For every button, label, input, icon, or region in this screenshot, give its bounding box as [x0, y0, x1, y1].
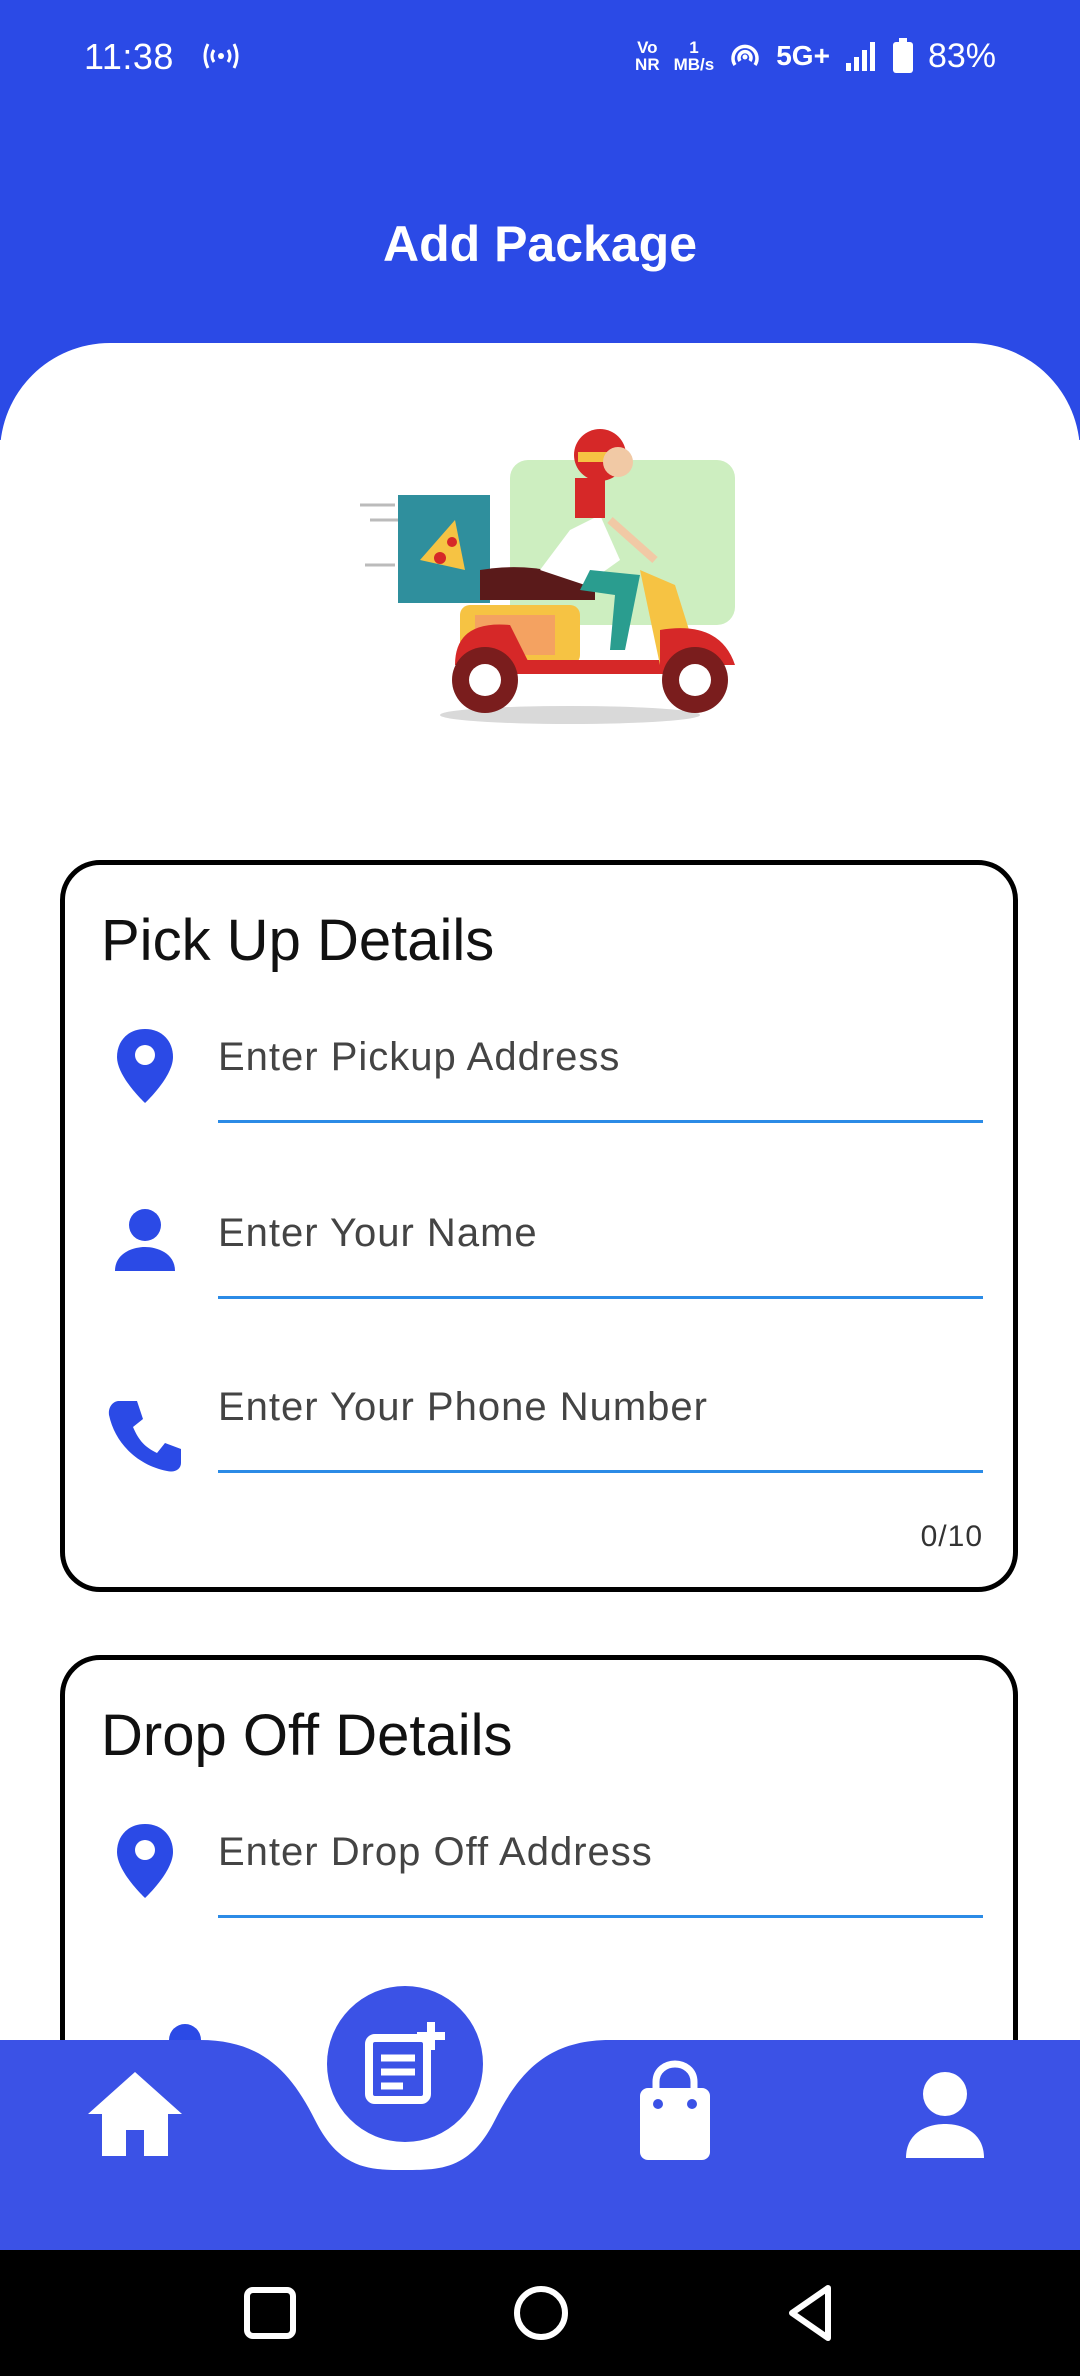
shopping-bag-icon[interactable]	[620, 2058, 730, 2168]
battery-icon	[892, 38, 913, 73]
back-button[interactable]	[778, 2280, 844, 2346]
home-system-button[interactable]	[508, 2280, 574, 2346]
dropoff-address-row	[65, 1810, 1013, 1930]
dropoff-address-input[interactable]	[218, 1810, 983, 1918]
person-icon	[115, 1209, 175, 1271]
phone-icon	[108, 1401, 181, 1472]
profile-icon[interactable]	[890, 2058, 1000, 2168]
system-navigation-bar	[0, 2250, 1080, 2376]
pickup-card-title: Pick Up Details	[101, 908, 495, 973]
page-title: Add Package	[382, 216, 697, 272]
network-type: 5G+	[776, 40, 830, 71]
network-speed: 1 MB/s	[673, 38, 715, 74]
pickup-details-card: Pick Up Details 0/10	[60, 860, 1018, 1592]
delivery-scooter-illustration	[360, 429, 735, 724]
wifi-calling-icon	[203, 43, 239, 69]
pickup-phone-row	[65, 1365, 1013, 1485]
recents-button[interactable]	[237, 2280, 303, 2346]
hotspot-icon	[731, 44, 759, 66]
location-pin-icon	[117, 1029, 173, 1103]
pickup-phone-input[interactable]	[218, 1365, 983, 1473]
status-bar: 11:38 Vo NR 1 MB/s 5G+ 83%	[0, 0, 1080, 110]
add-package-icon	[365, 2022, 445, 2104]
dropoff-card-title: Drop Off Details	[101, 1703, 513, 1768]
pickup-name-input[interactable]	[218, 1191, 983, 1299]
pickup-address-row	[65, 1015, 1013, 1135]
add-package-button[interactable]	[327, 1986, 483, 2142]
home-icon[interactable]	[80, 2060, 190, 2170]
phone-character-counter: 0/10	[920, 1520, 983, 1553]
status-time: 11:38	[84, 36, 174, 77]
signal-icon	[845, 42, 875, 71]
battery-percentage: 83%	[927, 36, 996, 75]
volte-indicator: Vo NR	[635, 38, 660, 74]
pickup-name-row	[65, 1191, 1013, 1311]
status-icons: Vo NR 1 MB/s 5G+ 83%	[635, 34, 996, 78]
location-pin-icon	[117, 1824, 173, 1898]
pickup-address-input[interactable]	[218, 1015, 983, 1123]
